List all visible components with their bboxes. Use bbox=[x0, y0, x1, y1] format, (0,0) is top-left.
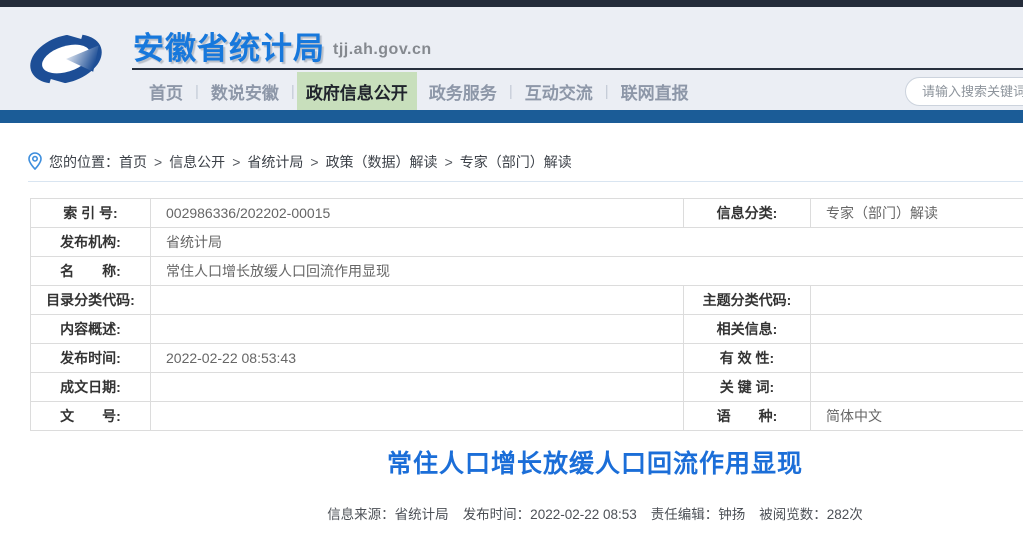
info-label: 语 种: bbox=[684, 402, 811, 431]
site-domain: tjj.ah.gov.cn bbox=[333, 41, 432, 59]
breadcrumb-divider bbox=[28, 181, 1023, 182]
info-label: 相关信息: bbox=[684, 315, 811, 344]
nav-item-6[interactable]: 联网直报 bbox=[614, 72, 696, 110]
statistics-bureau-logo[interactable] bbox=[26, 16, 106, 102]
nav-item-4[interactable]: 政务服务 bbox=[422, 72, 504, 110]
meta-item: 发布时间：2022-02-22 08:53 bbox=[463, 507, 637, 522]
article-meta: 信息来源：省统计局发布时间：2022-02-22 08:53 责任编辑：钟扬被阅览… bbox=[30, 503, 1023, 523]
info-label: 发布机构: bbox=[31, 228, 151, 257]
table-row: 成文日期: 关 键 词: bbox=[31, 373, 1023, 402]
info-value bbox=[151, 373, 684, 402]
info-value bbox=[151, 315, 684, 344]
info-value bbox=[811, 344, 1023, 373]
info-label: 文 号: bbox=[31, 402, 151, 431]
info-label: 发布时间: bbox=[31, 344, 151, 373]
breadcrumb-link-2[interactable]: 信息公开 bbox=[169, 154, 225, 170]
breadcrumb-separator: > bbox=[445, 154, 453, 170]
logo-swirl-icon bbox=[26, 16, 106, 102]
table-row: 文 号: 语 种:简体中文 bbox=[31, 402, 1023, 431]
info-label: 目录分类代码: bbox=[31, 286, 151, 315]
nav-item-2[interactable]: 数说安徽 bbox=[204, 72, 286, 110]
breadcrumb-link-5[interactable]: 专家（部门）解读 bbox=[460, 154, 572, 170]
nav-separator: | bbox=[291, 72, 295, 110]
info-value: 常住人口增长放缓人口回流作用显现 bbox=[151, 257, 1023, 286]
nav-separator: | bbox=[195, 72, 199, 110]
meta-item: 责任编辑：钟扬 bbox=[651, 507, 746, 522]
info-value bbox=[811, 286, 1023, 315]
breadcrumb-separator: > bbox=[154, 154, 162, 170]
breadcrumb-separator: > bbox=[232, 154, 240, 170]
info-value: 专家（部门）解读 bbox=[811, 199, 1023, 228]
meta-item: 被阅览数：282次 bbox=[759, 507, 863, 522]
info-value bbox=[151, 286, 684, 315]
info-value: 2022-02-22 08:53:43 bbox=[151, 344, 684, 373]
search-input[interactable] bbox=[905, 77, 1023, 106]
breadcrumb-items: 首页 > 信息公开 > 省统计局 > 政策（数据）解读 > 专家（部门）解读 bbox=[119, 152, 572, 172]
info-label: 关 键 词: bbox=[684, 373, 811, 402]
document-info-table: 索 引 号:002986336/202202-00015信息分类:专家（部门）解… bbox=[30, 198, 1023, 431]
location-pin-icon bbox=[28, 152, 42, 173]
header-divider bbox=[132, 68, 1023, 70]
info-label: 索 引 号: bbox=[31, 199, 151, 228]
table-row: 索 引 号:002986336/202202-00015信息分类:专家（部门）解… bbox=[31, 199, 1023, 228]
nav-separator: | bbox=[605, 72, 609, 110]
info-value bbox=[811, 373, 1023, 402]
breadcrumb-link-1[interactable]: 首页 bbox=[119, 154, 147, 170]
table-row: 内容概述: 相关信息: bbox=[31, 315, 1023, 344]
breadcrumb: 您的位置： 首页 > 信息公开 > 省统计局 > 政策（数据）解读 > 专家（部门）解读 bbox=[28, 150, 572, 174]
info-value: 省统计局 bbox=[151, 228, 1023, 257]
meta-item: 信息来源：省统计局 bbox=[327, 507, 449, 522]
info-value: 002986336/202202-00015 bbox=[151, 199, 684, 228]
info-label: 名 称: bbox=[31, 257, 151, 286]
nav-accent-bar bbox=[0, 110, 1023, 123]
site-header: 安徽省统计局 tjj.ah.gov.cn 首页|数说安徽|政府信息公开政务服务|… bbox=[0, 7, 1023, 110]
nav-separator: | bbox=[509, 72, 513, 110]
breadcrumb-prefix: 您的位置： bbox=[49, 152, 119, 172]
info-value bbox=[811, 315, 1023, 344]
info-label: 信息分类: bbox=[684, 199, 811, 228]
nav-item-1[interactable]: 首页 bbox=[142, 72, 190, 110]
top-bar bbox=[0, 0, 1023, 7]
info-label: 成文日期: bbox=[31, 373, 151, 402]
info-label: 有 效 性: bbox=[684, 344, 811, 373]
info-value: 简体中文 bbox=[811, 402, 1023, 431]
nav-item-5[interactable]: 互动交流 bbox=[518, 72, 600, 110]
info-label: 主题分类代码: bbox=[684, 286, 811, 315]
breadcrumb-link-3[interactable]: 省统计局 bbox=[247, 154, 303, 170]
info-label: 内容概述: bbox=[31, 315, 151, 344]
info-value bbox=[151, 402, 684, 431]
main-nav: 首页|数说安徽|政府信息公开政务服务|互动交流|联网直报 bbox=[137, 72, 701, 110]
table-row: 名 称:常住人口增长放缓人口回流作用显现 bbox=[31, 257, 1023, 286]
site-title: 安徽省统计局 bbox=[133, 23, 325, 68]
search-box bbox=[905, 77, 1023, 106]
breadcrumb-separator: > bbox=[310, 154, 318, 170]
table-row: 发布机构:省统计局 bbox=[31, 228, 1023, 257]
table-row: 目录分类代码: 主题分类代码: bbox=[31, 286, 1023, 315]
page: 安徽省统计局 tjj.ah.gov.cn 首页|数说安徽|政府信息公开政务服务|… bbox=[0, 0, 1023, 536]
breadcrumb-link-4[interactable]: 政策（数据）解读 bbox=[326, 154, 438, 170]
table-row: 发布时间:2022-02-22 08:53:43有 效 性: bbox=[31, 344, 1023, 373]
article-title: 常住人口增长放缓人口回流作用显现 bbox=[30, 444, 1023, 480]
nav-item-3[interactable]: 政府信息公开 bbox=[297, 72, 417, 110]
